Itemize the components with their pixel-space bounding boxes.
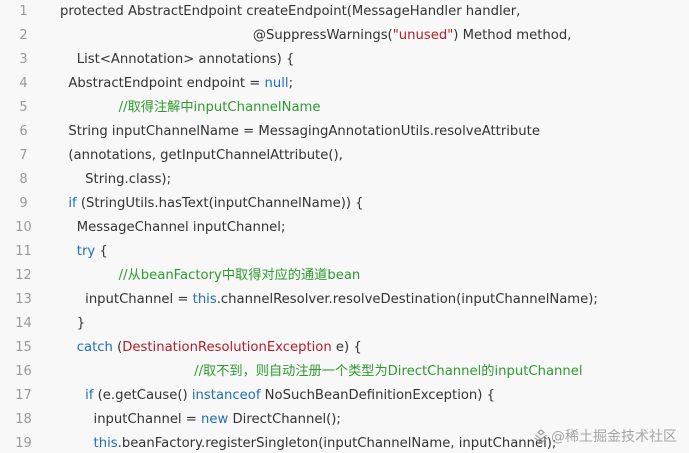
code-token: .beanFactory.registerSingleton(inputChan…	[117, 436, 557, 451]
code-comment: //从beanFactory中取得对应的通道bean	[60, 268, 361, 283]
code-token: AbstractEndpoint endpoint =	[60, 76, 265, 91]
code-text: catch (DestinationResolutionException e)…	[60, 336, 362, 360]
watermark-text: @稀土掘金技术社区	[551, 429, 677, 445]
code-class-name: DestinationResolutionException	[122, 340, 332, 355]
code-token: String.class);	[60, 172, 172, 187]
code-string: "unused"	[392, 28, 454, 43]
code-line: 8 String.class);	[0, 168, 689, 192]
line-number: 4	[19, 76, 28, 91]
code-text: MessageChannel inputChannel;	[60, 216, 286, 240]
code-token: DirectChannel();	[228, 412, 341, 427]
code-token: (StringUtils.hasText(inputChannelName)) …	[76, 196, 364, 211]
line-number: 3	[19, 52, 28, 67]
code-text: String inputChannelName = MessagingAnnot…	[60, 120, 540, 144]
code-token: @SuppressWarnings(	[60, 28, 393, 43]
code-token: {	[95, 244, 108, 259]
code-token: (annotations, getInputChannelAttribute()…	[60, 148, 343, 163]
code-line: 11 try {	[0, 240, 689, 264]
code-token: String inputChannelName = MessagingAnnot…	[60, 124, 540, 139]
line-number: 13	[15, 292, 32, 307]
code-line: 7 (annotations, getInputChannelAttribute…	[0, 144, 689, 168]
code-text: this.beanFactory.registerSingleton(input…	[60, 432, 557, 453]
code-line: 4 AbstractEndpoint endpoint = null;	[0, 72, 689, 96]
code-text: inputChannel = this.channelResolver.reso…	[60, 288, 598, 312]
code-token: e) {	[331, 340, 362, 355]
line-number: 16	[15, 364, 32, 379]
code-line: 1 protected AbstractEndpoint createEndpoi…	[0, 0, 689, 24]
code-text: //取不到，则自动注册一个类型为DirectChannel的inputChann…	[60, 360, 583, 384]
code-keyword: new	[201, 412, 229, 427]
code-text: @SuppressWarnings("unused") Method metho…	[60, 24, 572, 48]
code-text: protected AbstractEndpoint createEndpoin…	[60, 0, 520, 24]
code-text: try {	[60, 240, 108, 264]
code-token: MessageChannel inputChannel;	[60, 220, 286, 235]
code-comment: //取得注解中inputChannelName	[60, 100, 321, 115]
code-text: (annotations, getInputChannelAttribute()…	[60, 144, 343, 168]
code-keyword: instanceof	[191, 388, 261, 403]
code-token: (	[112, 340, 123, 355]
code-text: String.class);	[60, 168, 171, 192]
line-number: 8	[19, 172, 28, 187]
code-line: 3 List<Annotation> annotations) {	[0, 48, 689, 72]
code-token: }	[60, 316, 86, 331]
code-text: //取得注解中inputChannelName	[60, 96, 321, 120]
code-text: }	[60, 312, 85, 336]
code-line: 17 if (e.getCause() instanceof NoSuchBea…	[0, 384, 689, 408]
watermark: @稀土掘金技术社区	[534, 425, 677, 449]
code-text: //从beanFactory中取得对应的通道bean	[60, 264, 361, 288]
code-viewer: 1 protected AbstractEndpoint createEndpoi…	[0, 0, 689, 453]
code-text: if (e.getCause() instanceof NoSuchBeanDe…	[60, 384, 495, 408]
code-token: .channelResolver.resolveDestination(inpu…	[216, 292, 598, 307]
code-keyword: try	[76, 244, 96, 259]
code-line: 6 String inputChannelName = MessagingAnn…	[0, 120, 689, 144]
code-token: protected AbstractEndpoint createEndpoin…	[60, 4, 521, 19]
code-text: List<Annotation> annotations) {	[60, 48, 295, 72]
code-line: 15 catch (DestinationResolutionException…	[0, 336, 689, 360]
code-token: ) Method method,	[453, 28, 572, 43]
line-number: 19	[15, 436, 32, 451]
line-number: 2	[19, 28, 28, 43]
code-keyword: catch	[76, 340, 113, 355]
code-token: (e.getCause()	[93, 388, 192, 403]
code-token: List<Annotation> annotations) {	[60, 52, 295, 67]
line-number: 18	[15, 412, 32, 427]
code-line: 12 //从beanFactory中取得对应的通道bean	[0, 264, 689, 288]
line-number: 5	[19, 100, 28, 115]
code-token: inputChannel =	[60, 292, 193, 307]
line-number: 12	[15, 268, 32, 283]
line-number: 10	[15, 220, 32, 235]
code-text: if (StringUtils.hasText(inputChannelName…	[60, 192, 364, 216]
line-number: 17	[15, 388, 32, 403]
code-line: 10 MessageChannel inputChannel;	[0, 216, 689, 240]
line-number: 6	[19, 124, 28, 139]
line-number: 9	[19, 196, 28, 211]
juejin-logo-icon	[534, 429, 548, 443]
line-number: 15	[15, 340, 32, 355]
code-keyword: this	[192, 292, 217, 307]
code-token: ;	[288, 76, 294, 91]
code-line: 16 //取不到，则自动注册一个类型为DirectChannel的inputCh…	[0, 360, 689, 384]
code-text: inputChannel = new DirectChannel();	[60, 408, 341, 432]
code-line: 5 //取得注解中inputChannelName	[0, 96, 689, 120]
code-line: 14 }	[0, 312, 689, 336]
code-line: 13 inputChannel = this.channelResolver.r…	[0, 288, 689, 312]
line-number: 11	[15, 244, 32, 259]
code-line: 2 @SuppressWarnings("unused") Method met…	[0, 24, 689, 48]
code-keyword: this	[93, 436, 118, 451]
line-number: 1	[19, 4, 28, 19]
code-comment: //取不到，则自动注册一个类型为DirectChannel的inputChann…	[60, 364, 583, 379]
line-number: 7	[19, 148, 28, 163]
code-token: NoSuchBeanDefinitionException) {	[260, 388, 496, 403]
line-number: 14	[15, 316, 32, 331]
code-text: AbstractEndpoint endpoint = null;	[60, 72, 293, 96]
code-token: inputChannel =	[60, 412, 202, 427]
code-keyword: if	[68, 196, 77, 211]
code-line: 9 if (StringUtils.hasText(inputChannelNa…	[0, 192, 689, 216]
code-keyword: null	[264, 76, 289, 91]
